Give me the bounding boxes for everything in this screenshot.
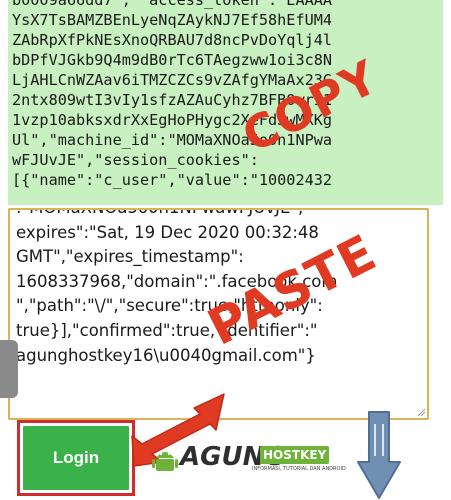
brand-logo: AGUNG HOSTKEY INFORMASI, TUTORIAL DAN AN… xyxy=(152,440,346,480)
side-drawer-handle[interactable] xyxy=(0,340,18,398)
android-icon xyxy=(152,452,178,471)
logo-host-badge: HOSTKEY xyxy=(260,446,330,464)
screenshot-frame: b0009a66dd7", "access_token":"EAAAA YsX7… xyxy=(0,0,451,500)
login-button[interactable]: Login xyxy=(23,426,129,490)
down-arrow-icon xyxy=(357,411,401,499)
copied-token-panel: b0009a66dd7", "access_token":"EAAAA YsX7… xyxy=(8,0,443,205)
logo-subtitle: INFORMASI, TUTORIAL DAN ANDROID xyxy=(252,466,346,472)
resize-handle-icon[interactable] xyxy=(416,407,426,417)
